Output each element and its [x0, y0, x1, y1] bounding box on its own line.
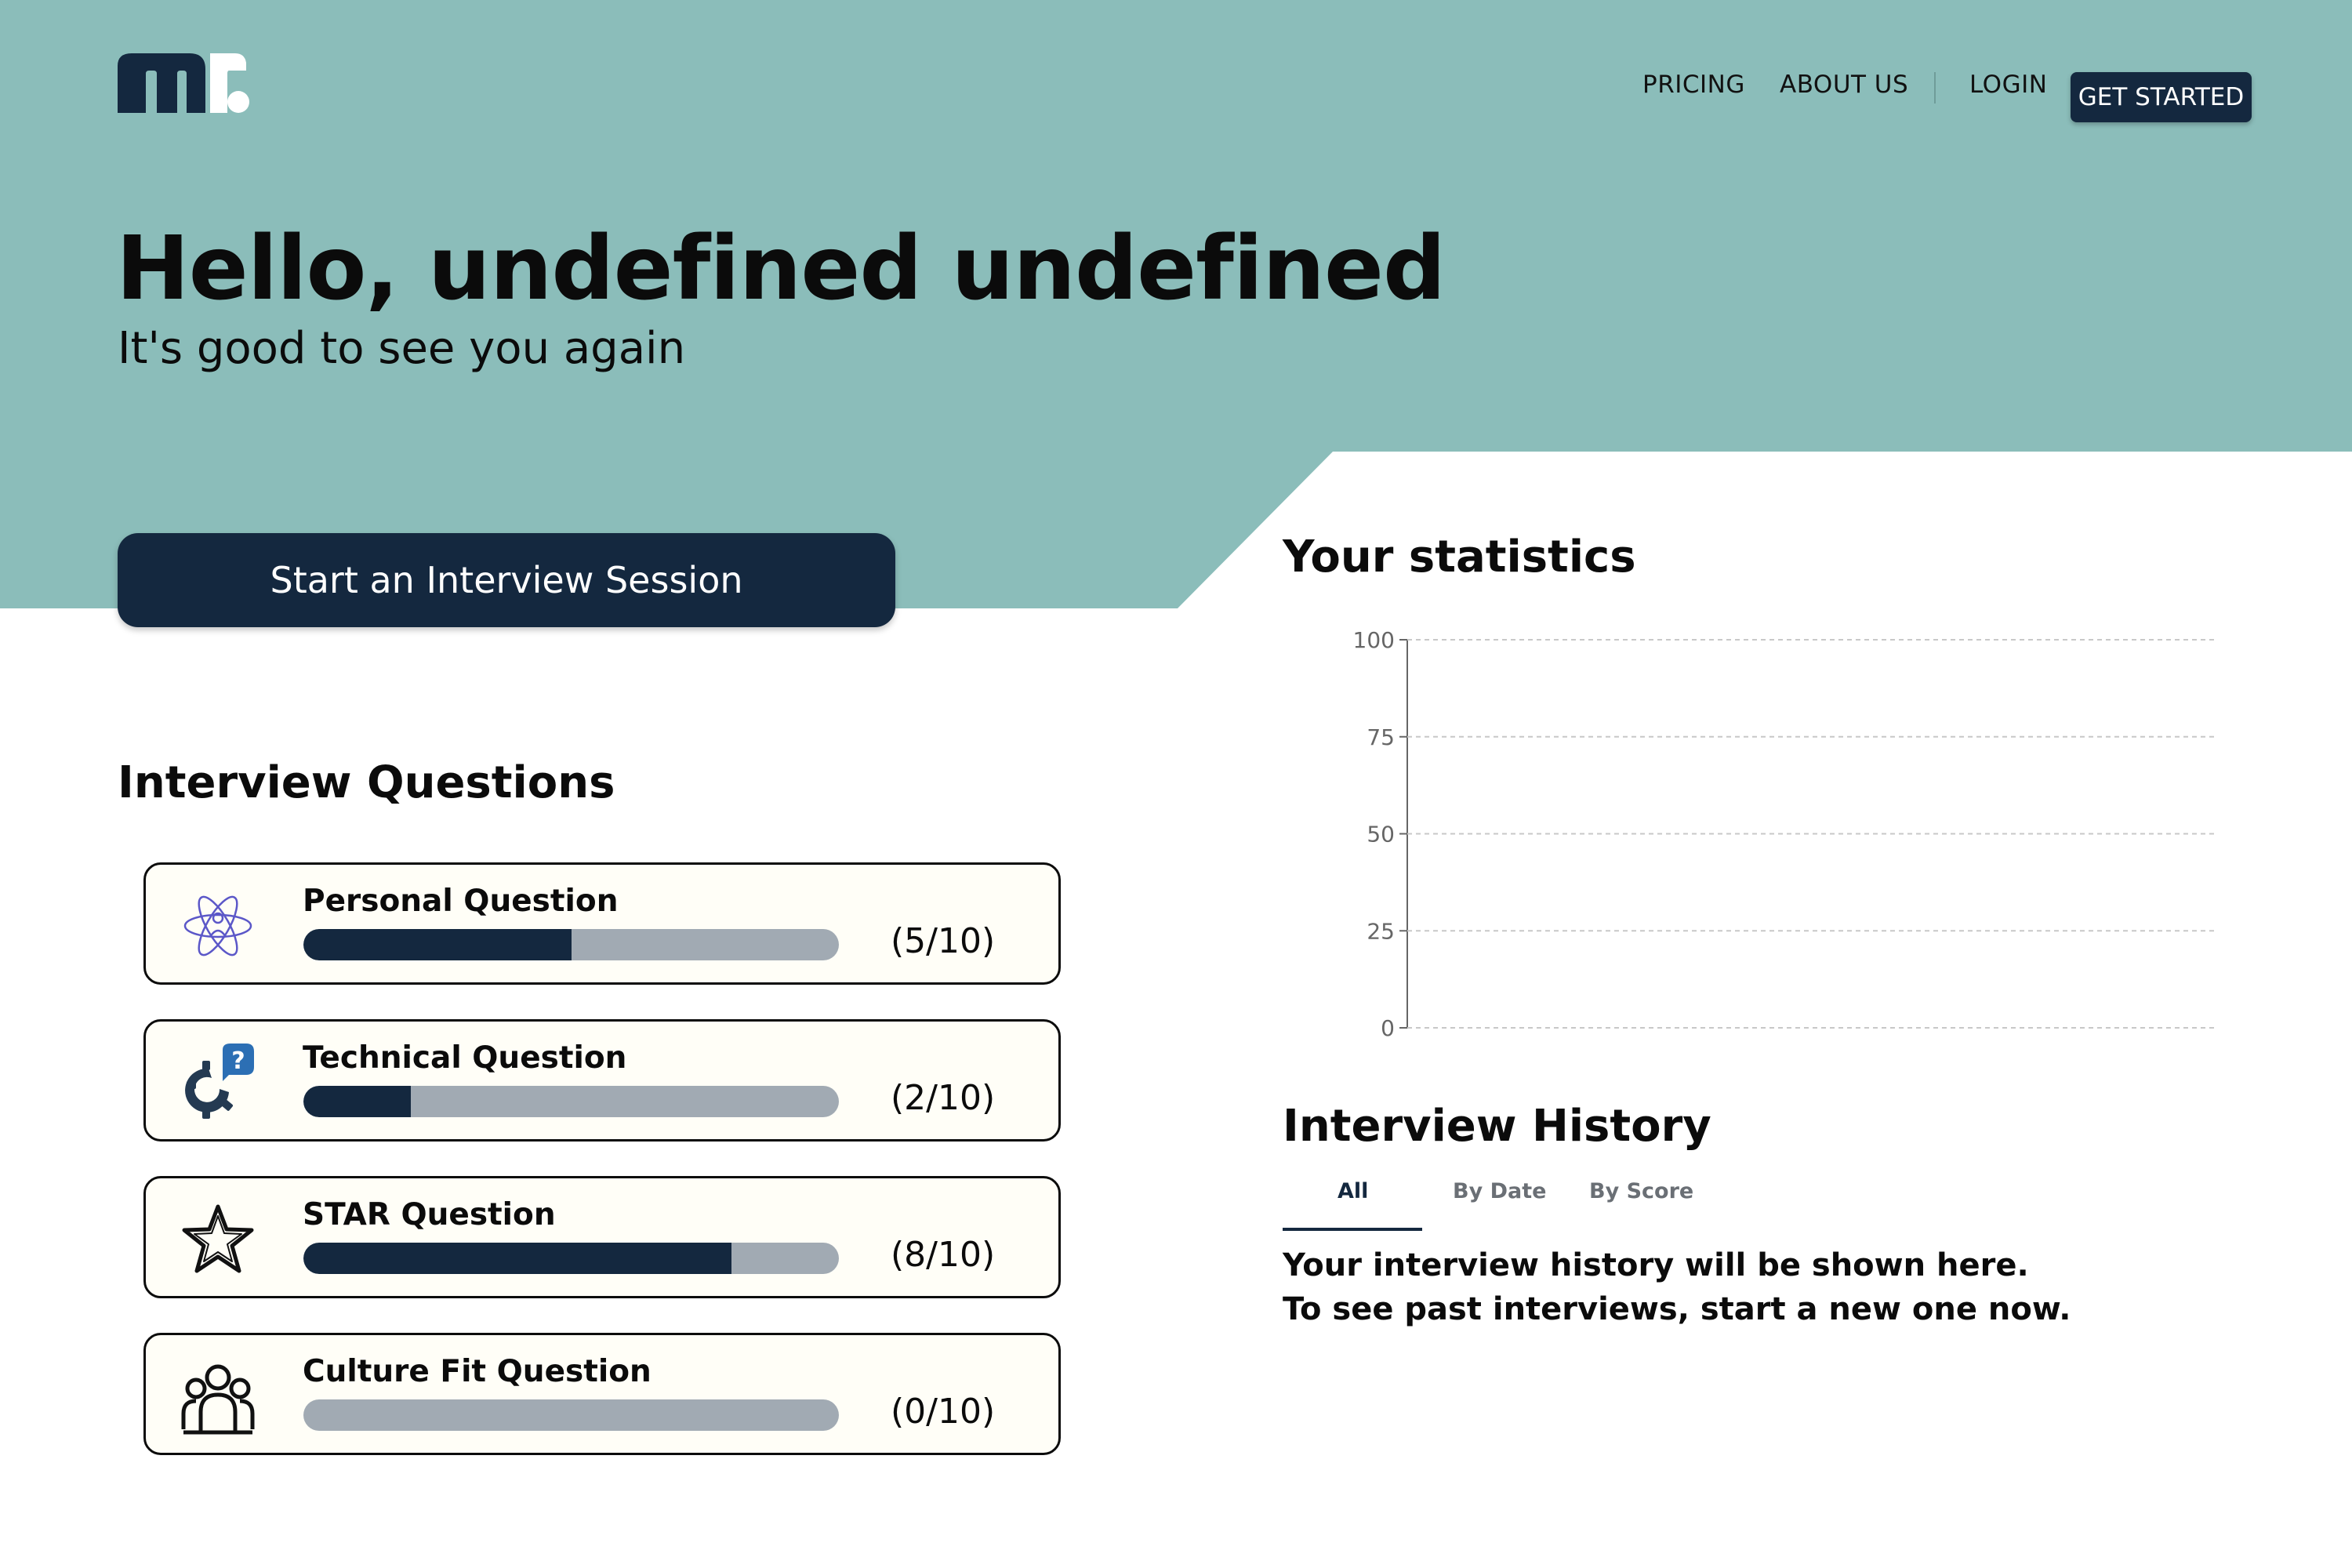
history-empty-message: Your interview history will be shown her… [1283, 1243, 2071, 1331]
question-card-personal[interactable]: Personal Question (5/10) [143, 862, 1061, 985]
tab-all[interactable]: All [1338, 1179, 1368, 1203]
progress-fill [303, 1086, 411, 1117]
question-count: (5/10) [891, 921, 996, 961]
star-icon [182, 1204, 254, 1273]
progress-bar [303, 1399, 839, 1431]
nav-divider [1934, 72, 1936, 103]
question-card-star[interactable]: STAR Question (8/10) [143, 1176, 1061, 1298]
nav-about-link[interactable]: ABOUT US [1780, 71, 1908, 99]
nav-login-link[interactable]: LOGIN [1969, 71, 2047, 99]
question-count: (8/10) [891, 1235, 996, 1275]
tab-by-score[interactable]: By Score [1589, 1179, 1693, 1203]
question-card-technical[interactable]: ? Technical Question (2/10) [143, 1019, 1061, 1142]
start-interview-button[interactable]: Start an Interview Session [118, 533, 895, 627]
y-tick-label: 50 [1367, 822, 1395, 848]
svg-text:?: ? [231, 1047, 245, 1075]
y-tick-label: 100 [1353, 627, 1395, 653]
interview-history-title: Interview History [1283, 1101, 1711, 1152]
question-label: STAR Question [303, 1197, 556, 1232]
y-tick-label: 0 [1381, 1015, 1395, 1041]
statistics-title: Your statistics [1283, 532, 1636, 583]
interview-questions-title: Interview Questions [118, 757, 615, 808]
question-label: Personal Question [303, 884, 619, 919]
get-started-button[interactable]: GET STARTED [2071, 72, 2252, 122]
question-card-culture-fit[interactable]: Culture Fit Question (0/10) [143, 1333, 1061, 1455]
history-message-line: Your interview history will be shown her… [1283, 1247, 2029, 1283]
question-label: Technical Question [303, 1040, 627, 1076]
question-count: (2/10) [891, 1078, 996, 1118]
gear-question-icon: ? [185, 1044, 254, 1119]
atom-person-icon [183, 895, 252, 956]
progress-bar [303, 929, 839, 960]
page-subtitle: It's good to see you again [118, 323, 686, 374]
group-icon [181, 1364, 255, 1435]
history-message-line: To see past interviews, start a new one … [1283, 1291, 2071, 1327]
progress-fill [303, 929, 572, 960]
y-tick-label: 75 [1367, 724, 1395, 750]
nav-pricing-link[interactable]: PRICING [1642, 71, 1745, 99]
progress-fill [303, 1243, 732, 1274]
progress-bar [303, 1243, 839, 1274]
progress-bar [303, 1086, 839, 1117]
page-title: Hello, undefined undefined [116, 218, 1446, 320]
statistics-chart: 0 25 50 75 100 [1353, 627, 2215, 1041]
logo[interactable] [118, 50, 251, 121]
y-tick-label: 25 [1367, 918, 1395, 944]
question-count: (0/10) [891, 1392, 996, 1432]
tab-by-date[interactable]: By Date [1453, 1179, 1546, 1203]
question-label: Culture Fit Question [303, 1354, 652, 1389]
active-tab-indicator [1283, 1228, 1422, 1231]
